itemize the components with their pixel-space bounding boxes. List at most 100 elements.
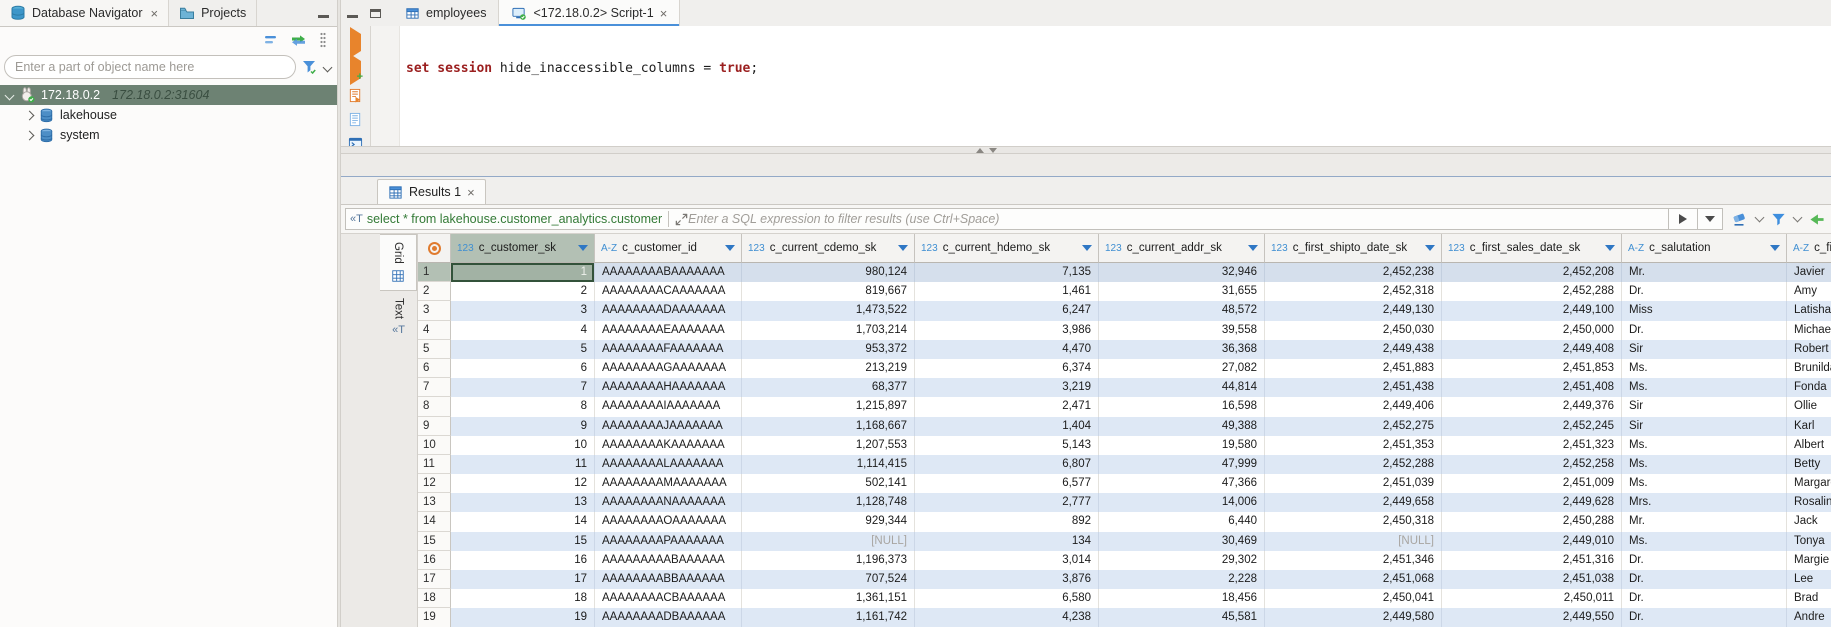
row-number[interactable]: 16 xyxy=(418,551,451,570)
grid-cell[interactable]: 707,524 xyxy=(742,570,915,589)
grid-cell[interactable]: Andre xyxy=(1787,608,1831,627)
grid-cell[interactable]: Latisha xyxy=(1787,301,1831,320)
grid-cell[interactable]: Dr. xyxy=(1622,608,1787,627)
grid-cell[interactable]: 44,814 xyxy=(1099,378,1265,397)
grid-cell[interactable]: 27,082 xyxy=(1099,359,1265,378)
grid-cell[interactable]: Ms. xyxy=(1622,378,1787,397)
grid-cell[interactable]: Michael xyxy=(1787,321,1831,340)
grid-cell[interactable]: 4,470 xyxy=(915,340,1099,359)
sql-editor[interactable]: set session hide_inaccessible_columns = … xyxy=(400,26,1831,146)
chevron-down-icon[interactable] xyxy=(1755,213,1765,223)
grid-cell[interactable]: 5,143 xyxy=(915,436,1099,455)
grid-cell[interactable]: AAAAAAAAMAAAAAAA xyxy=(595,474,742,493)
expand-filter-icon[interactable] xyxy=(675,213,688,226)
sort-dropdown-icon[interactable] xyxy=(898,245,908,251)
grid-cell[interactable]: 30,469 xyxy=(1099,532,1265,551)
grid-cell[interactable]: 48,572 xyxy=(1099,301,1265,320)
execute-statement-button[interactable] xyxy=(350,34,361,52)
grid-cell[interactable]: 16 xyxy=(451,551,595,570)
grid-cell[interactable]: Miss xyxy=(1622,301,1787,320)
row-number[interactable]: 14 xyxy=(418,512,451,531)
row-number[interactable]: 10 xyxy=(418,436,451,455)
grid-cell[interactable]: Ollie xyxy=(1787,397,1831,416)
column-header-c_current_cdemo_sk[interactable]: 123c_current_cdemo_sk xyxy=(742,234,915,263)
expander-icon[interactable] xyxy=(25,110,35,120)
sort-dropdown-icon[interactable] xyxy=(578,245,588,251)
filters-menu-icon[interactable] xyxy=(1771,212,1786,227)
grid-cell[interactable]: 2,449,406 xyxy=(1265,397,1442,416)
row-number[interactable]: 6 xyxy=(418,359,451,378)
grid-cell[interactable]: 14 xyxy=(451,512,595,531)
grid-cell[interactable]: AAAAAAAACAAAAAAA xyxy=(595,282,742,301)
grid-cell[interactable]: Margaret xyxy=(1787,474,1831,493)
grid-cell[interactable]: 47,366 xyxy=(1099,474,1265,493)
grid-cell[interactable]: Ms. xyxy=(1622,474,1787,493)
grid-cell[interactable]: 2,449,550 xyxy=(1442,608,1622,627)
grid-cell[interactable]: 36,368 xyxy=(1099,340,1265,359)
grid-cell[interactable]: 2,451,039 xyxy=(1265,474,1442,493)
grid-cell[interactable]: AAAAAAAAABAAAAAA xyxy=(595,551,742,570)
grid-cell[interactable]: 2,449,376 xyxy=(1442,397,1622,416)
row-number[interactable]: 9 xyxy=(418,417,451,436)
apply-filter-button[interactable] xyxy=(1669,214,1697,224)
sort-dropdown-icon[interactable] xyxy=(725,245,735,251)
grid-cell[interactable]: 134 xyxy=(915,532,1099,551)
row-number[interactable]: 15 xyxy=(418,532,451,551)
grid-cell[interactable]: 49,388 xyxy=(1099,417,1265,436)
view-menu-icon[interactable] xyxy=(319,32,327,48)
grid-cell[interactable]: 2,777 xyxy=(915,493,1099,512)
grid-cell[interactable]: 6,577 xyxy=(915,474,1099,493)
grid-cell[interactable]: 14,006 xyxy=(1099,493,1265,512)
expander-icon[interactable] xyxy=(5,90,15,100)
grid-cell[interactable]: Sir xyxy=(1622,397,1787,416)
grid-cell[interactable]: 6,807 xyxy=(915,455,1099,474)
grid-cell[interactable]: [NULL] xyxy=(1265,532,1442,551)
grid-cell[interactable]: 2,452,288 xyxy=(1442,282,1622,301)
grid-cell[interactable]: 1,114,415 xyxy=(742,455,915,474)
grid-cell[interactable]: Dr. xyxy=(1622,589,1787,608)
grid-cell[interactable]: AAAAAAAAHAAAAAAA xyxy=(595,378,742,397)
grid-cell[interactable]: 2,450,011 xyxy=(1442,589,1622,608)
grid-cell[interactable]: 2,451,009 xyxy=(1442,474,1622,493)
grid-cell[interactable]: Rosalinda xyxy=(1787,493,1831,512)
splitter-collapse-handle[interactable] xyxy=(969,148,1003,153)
column-header-c_salutation[interactable]: A-Zc_salutation xyxy=(1622,234,1787,263)
grid-cell[interactable]: 213,219 xyxy=(742,359,915,378)
tab-text-presentation[interactable]: Text «T xyxy=(380,291,417,343)
tree-item-lakehouse[interactable]: lakehouse xyxy=(0,105,337,125)
grid-cell[interactable]: Ms. xyxy=(1622,532,1787,551)
grid-cell[interactable]: 6,440 xyxy=(1099,512,1265,531)
grid-cell[interactable]: AAAAAAAANAAAAAAA xyxy=(595,493,742,512)
grid-cell[interactable]: 5 xyxy=(451,340,595,359)
grid-cell[interactable]: Dr. xyxy=(1622,321,1787,340)
tab-script-1[interactable]: <172.18.0.2> Script-1 × xyxy=(499,0,680,26)
grid-cell[interactable]: 2,452,208 xyxy=(1442,263,1622,282)
tab-database-navigator[interactable]: Database Navigator × xyxy=(0,0,169,26)
chevron-down-icon[interactable] xyxy=(1793,213,1803,223)
object-filter-input[interactable] xyxy=(4,55,296,79)
grid-cell[interactable]: 2,450,000 xyxy=(1442,321,1622,340)
column-header-c_current_addr_sk[interactable]: 123c_current_addr_sk xyxy=(1099,234,1265,263)
row-number[interactable]: 5 xyxy=(418,340,451,359)
maximize-icon[interactable] xyxy=(370,9,381,18)
grid-cell[interactable]: Ms. xyxy=(1622,359,1787,378)
grid-cell[interactable]: 2,449,628 xyxy=(1442,493,1622,512)
execute-script-button[interactable] xyxy=(348,88,363,103)
column-header-c_customer_id[interactable]: A-Zc_customer_id xyxy=(595,234,742,263)
sort-dropdown-icon[interactable] xyxy=(1425,245,1435,251)
grid-cell[interactable]: Ms. xyxy=(1622,436,1787,455)
grid-cell[interactable]: 2 xyxy=(451,282,595,301)
tree-item-system[interactable]: system xyxy=(0,125,337,145)
grid-cell[interactable]: Ms. xyxy=(1622,455,1787,474)
grid-cell[interactable]: Dr. xyxy=(1622,282,1787,301)
sort-dropdown-icon[interactable] xyxy=(1605,245,1615,251)
grid-cell[interactable]: Lee xyxy=(1787,570,1831,589)
grid-cell[interactable]: 2,451,408 xyxy=(1442,378,1622,397)
grid-cell[interactable]: 1,161,742 xyxy=(742,608,915,627)
grid-cell[interactable]: 3,876 xyxy=(915,570,1099,589)
grid-cell[interactable]: 980,124 xyxy=(742,263,915,282)
grid-cell[interactable]: 892 xyxy=(915,512,1099,531)
grid-cell[interactable]: 2,451,068 xyxy=(1265,570,1442,589)
grid-cell[interactable]: 1,473,522 xyxy=(742,301,915,320)
grid-cell[interactable]: AAAAAAAAPAAAAAAA xyxy=(595,532,742,551)
